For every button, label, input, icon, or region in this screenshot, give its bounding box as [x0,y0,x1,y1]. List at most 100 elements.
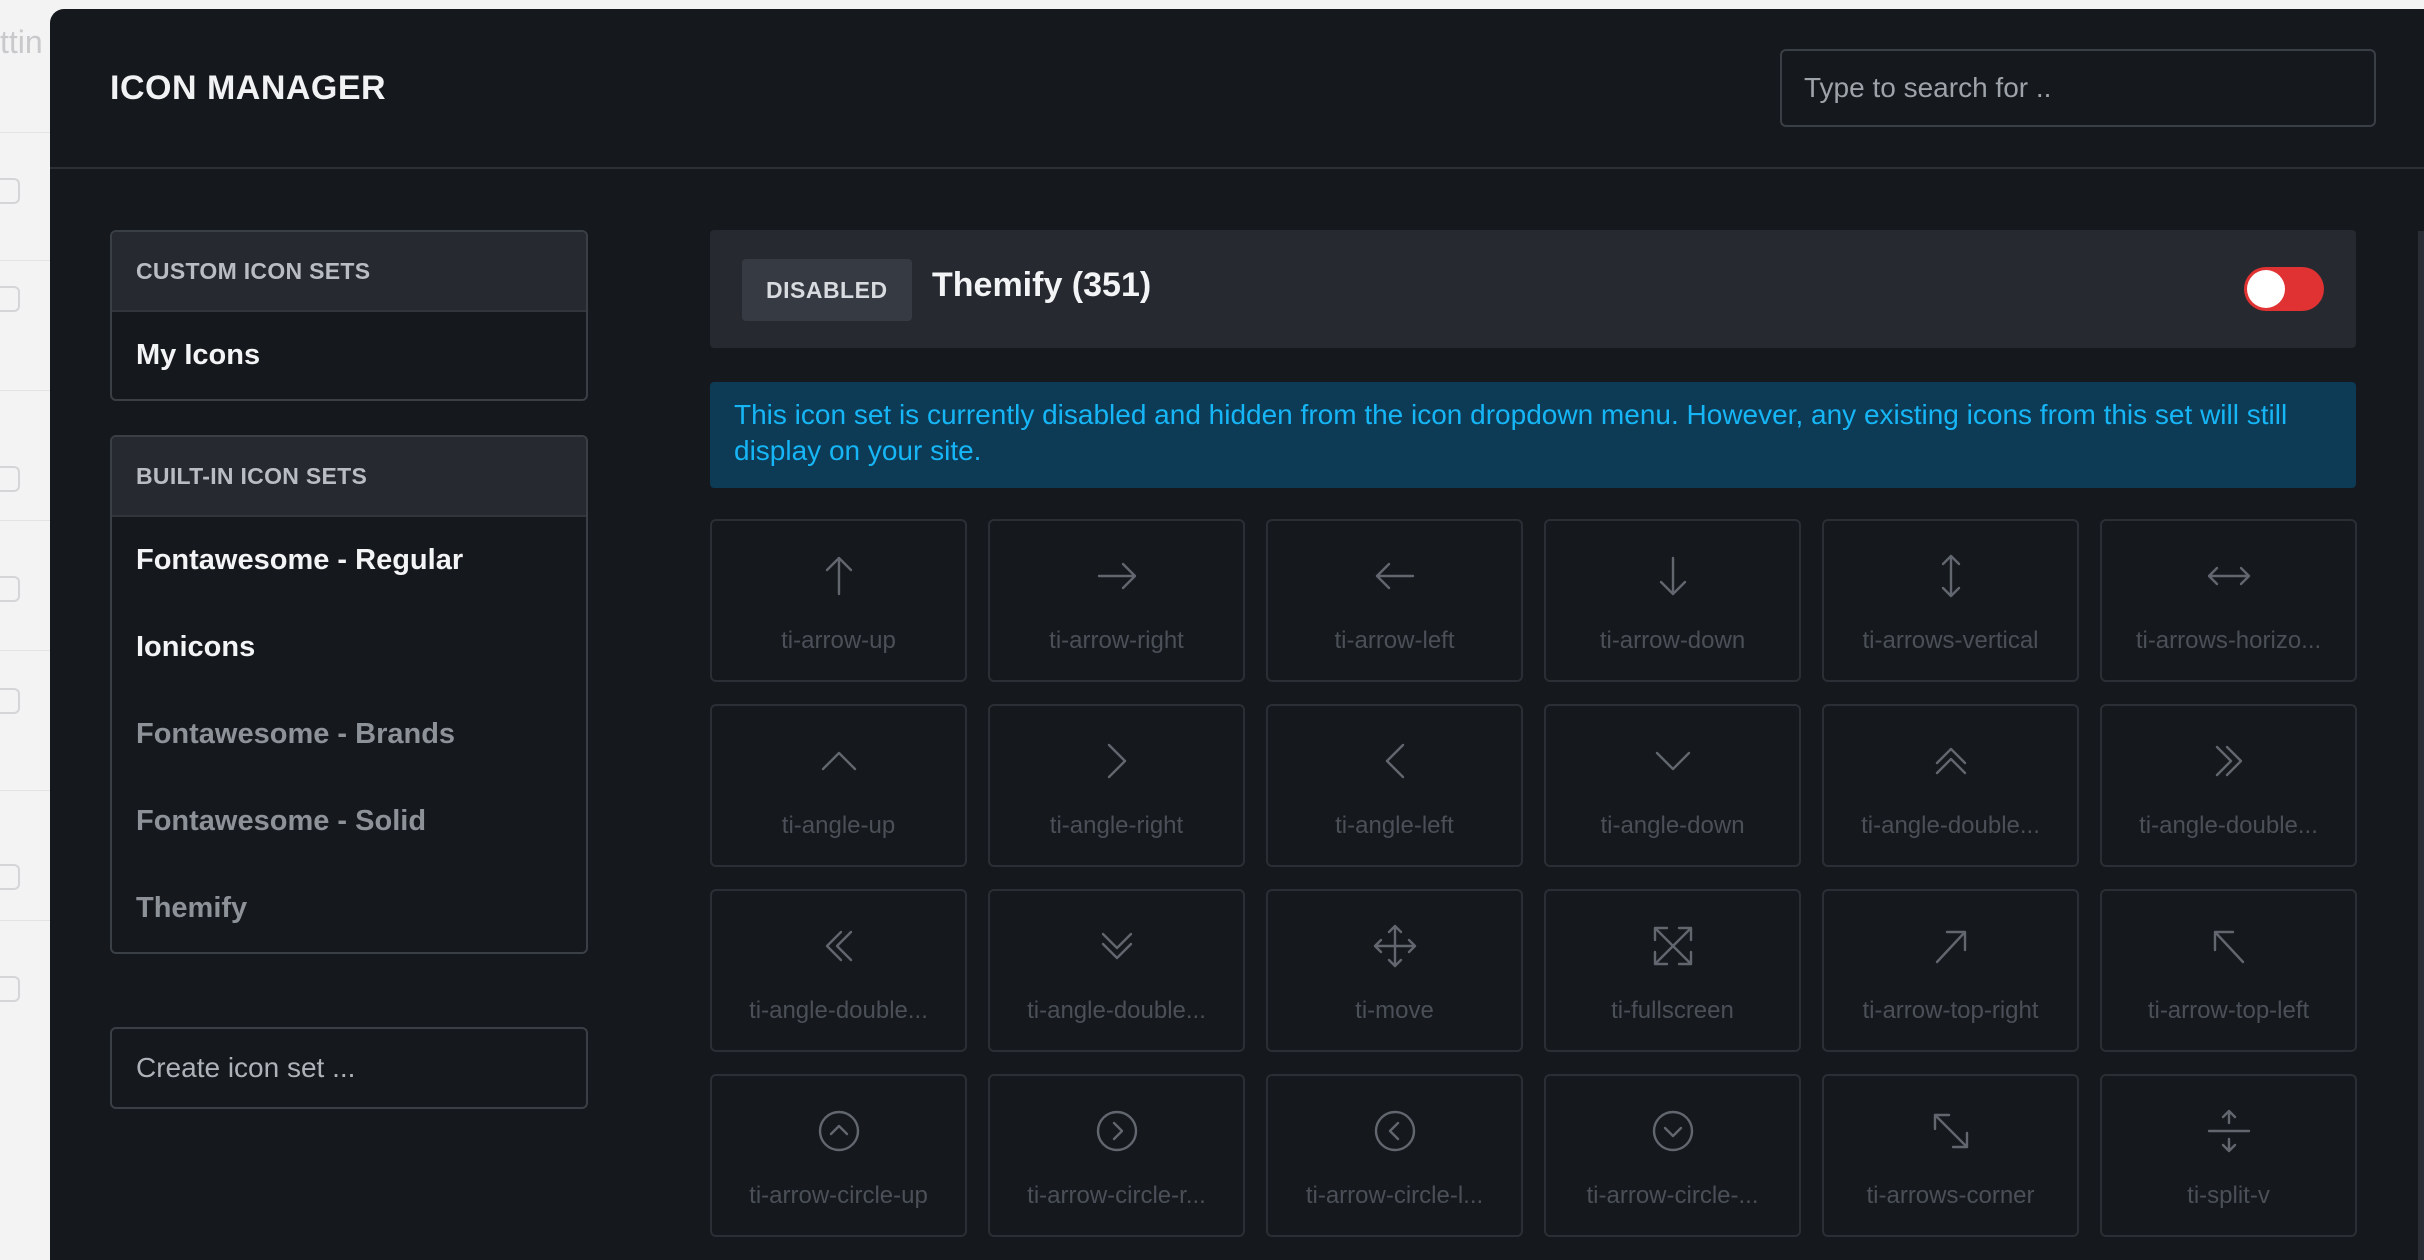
sidebar-item-my-icons[interactable]: My Icons [112,312,586,399]
arrow-right-icon [1089,548,1145,604]
icon-card[interactable]: ti-arrow-circle-... [1544,1074,1801,1237]
icon-card[interactable]: ti-arrows-horizo... [2100,519,2357,682]
modal-header: ICON MANAGER [50,9,2424,169]
icon-card[interactable]: ti-arrow-up [710,519,967,682]
icon-label: ti-arrow-up [781,627,896,654]
move-icon [1367,918,1423,974]
icon-card[interactable]: ti-fullscreen [1544,889,1801,1052]
icon-card[interactable]: ti-arrow-right [988,519,1245,682]
icon-label: ti-arrow-circle-l... [1305,1182,1484,1209]
sidebar-item-fontawesome-solid[interactable]: Fontawesome - Solid [112,778,586,865]
icon-label: ti-angle-left [1335,812,1454,839]
icon-label: ti-arrow-circle-up [749,1182,928,1209]
icon-label: ti-split-v [2187,1182,2270,1209]
builtin-icon-sets-heading: BUILT-IN ICON SETS [112,437,586,517]
builtin-icon-sets-panel: BUILT-IN ICON SETS Fontawesome - Regular… [110,435,588,954]
search-input[interactable] [1780,49,2376,127]
arrow-circle-up-icon [811,1103,867,1159]
icon-card[interactable]: ti-arrow-circle-up [710,1074,967,1237]
scrollbar[interactable] [2418,231,2424,1260]
icon-label: ti-angle-double... [1861,812,2040,839]
background-icon [0,864,20,890]
icon-label: ti-arrows-corner [1866,1182,2035,1209]
icon-label: ti-arrows-horizo... [2135,627,2322,654]
background-icon [0,178,20,204]
icon-card[interactable]: ti-angle-double... [2100,704,2357,867]
toggle-knob [2247,270,2285,308]
background-icon [0,688,20,714]
background-icon [0,976,20,1002]
icon-label: ti-arrow-circle-r... [1027,1182,1206,1209]
icon-card[interactable]: ti-arrow-circle-l... [1266,1074,1523,1237]
enable-toggle[interactable] [2244,267,2324,311]
arrow-circle-down-icon [1645,1103,1701,1159]
icon-card[interactable]: ti-arrow-top-right [1822,889,2079,1052]
icon-card[interactable]: ti-arrow-down [1544,519,1801,682]
angle-left-icon [1367,733,1423,789]
icon-card[interactable]: ti-angle-up [710,704,967,867]
icon-set-header: DISABLED Themify (351) [710,230,2356,348]
icon-label: ti-angle-double... [2139,812,2318,839]
icon-manager-modal: ICON MANAGER CUSTOM ICON SETS My Icons B… [50,9,2424,1260]
icon-card[interactable]: ti-arrow-circle-r... [988,1074,1245,1237]
split-v-icon [2201,1103,2257,1159]
icon-label: ti-angle-right [1049,812,1184,839]
icon-label: ti-arrow-circle-... [1586,1182,1759,1209]
icon-card[interactable]: ti-move [1266,889,1523,1052]
icon-label: ti-arrow-top-right [1862,997,2039,1024]
icon-card[interactable]: ti-arrow-left [1266,519,1523,682]
background-divider [0,920,52,921]
sidebar-item-themify[interactable]: Themify [112,865,586,952]
background-divider [0,790,52,791]
icon-card[interactable]: ti-angle-down [1544,704,1801,867]
icon-card[interactable]: ti-angle-right [988,704,1245,867]
background-divider [0,390,52,391]
modal-title: ICON MANAGER [110,69,387,107]
icon-card[interactable]: ti-arrows-corner [1822,1074,2079,1237]
sidebar-item-ionicons[interactable]: Ionicons [112,604,586,691]
icon-card[interactable]: ti-angle-double... [988,889,1245,1052]
icon-label: ti-arrow-left [1334,627,1455,654]
background-text: ttin [0,24,43,60]
background-icon [0,466,20,492]
arrow-top-right-icon [1923,918,1979,974]
angle-down-icon [1645,733,1701,789]
custom-icon-sets-heading: CUSTOM ICON SETS [112,232,586,312]
icon-card[interactable]: ti-split-v [2100,1074,2357,1237]
disabled-notice: This icon set is currently disabled and … [710,382,2356,488]
icon-label: ti-move [1355,997,1434,1024]
icon-card[interactable]: ti-angle-left [1266,704,1523,867]
icon-label: ti-arrow-top-left [2147,997,2310,1024]
arrow-top-left-icon [2201,918,2257,974]
create-icon-set-input[interactable] [110,1027,588,1109]
arrow-up-icon [811,548,867,604]
angle-double-right-icon [2201,733,2257,789]
angle-double-down-icon [1089,918,1145,974]
background-divider [0,132,52,133]
icon-label: ti-fullscreen [1611,997,1734,1024]
icon-label: ti-angle-double... [1027,997,1206,1024]
sidebar-item-fontawesome-brands[interactable]: Fontawesome - Brands [112,691,586,778]
background-divider [0,520,52,521]
icon-card[interactable]: ti-angle-double... [1822,704,2079,867]
background-icon [0,576,20,602]
icon-grid: ti-arrow-up ti-arrow-right ti-arrow-left ti… [710,519,2360,1237]
icon-label: ti-angle-down [1600,812,1745,839]
icon-card[interactable]: ti-arrows-vertical [1822,519,2079,682]
background-divider [0,650,52,651]
arrow-circle-left-icon [1367,1103,1423,1159]
fullscreen-icon [1645,918,1701,974]
icon-label: ti-arrows-vertical [1862,627,2039,654]
icon-card[interactable]: ti-arrow-top-left [2100,889,2357,1052]
arrow-left-icon [1367,548,1423,604]
icon-label: ti-arrow-down [1599,627,1746,654]
arrow-down-icon [1645,548,1701,604]
angle-double-left-icon [811,918,867,974]
icon-label: ti-angle-up [781,812,896,839]
arrows-vertical-icon [1923,548,1979,604]
custom-icon-sets-panel: CUSTOM ICON SETS My Icons [110,230,588,401]
sidebar-item-fontawesome-regular[interactable]: Fontawesome - Regular [112,517,586,604]
icon-card[interactable]: ti-angle-double... [710,889,967,1052]
arrows-corner-icon [1923,1103,1979,1159]
arrows-horizontal-icon [2201,548,2257,604]
